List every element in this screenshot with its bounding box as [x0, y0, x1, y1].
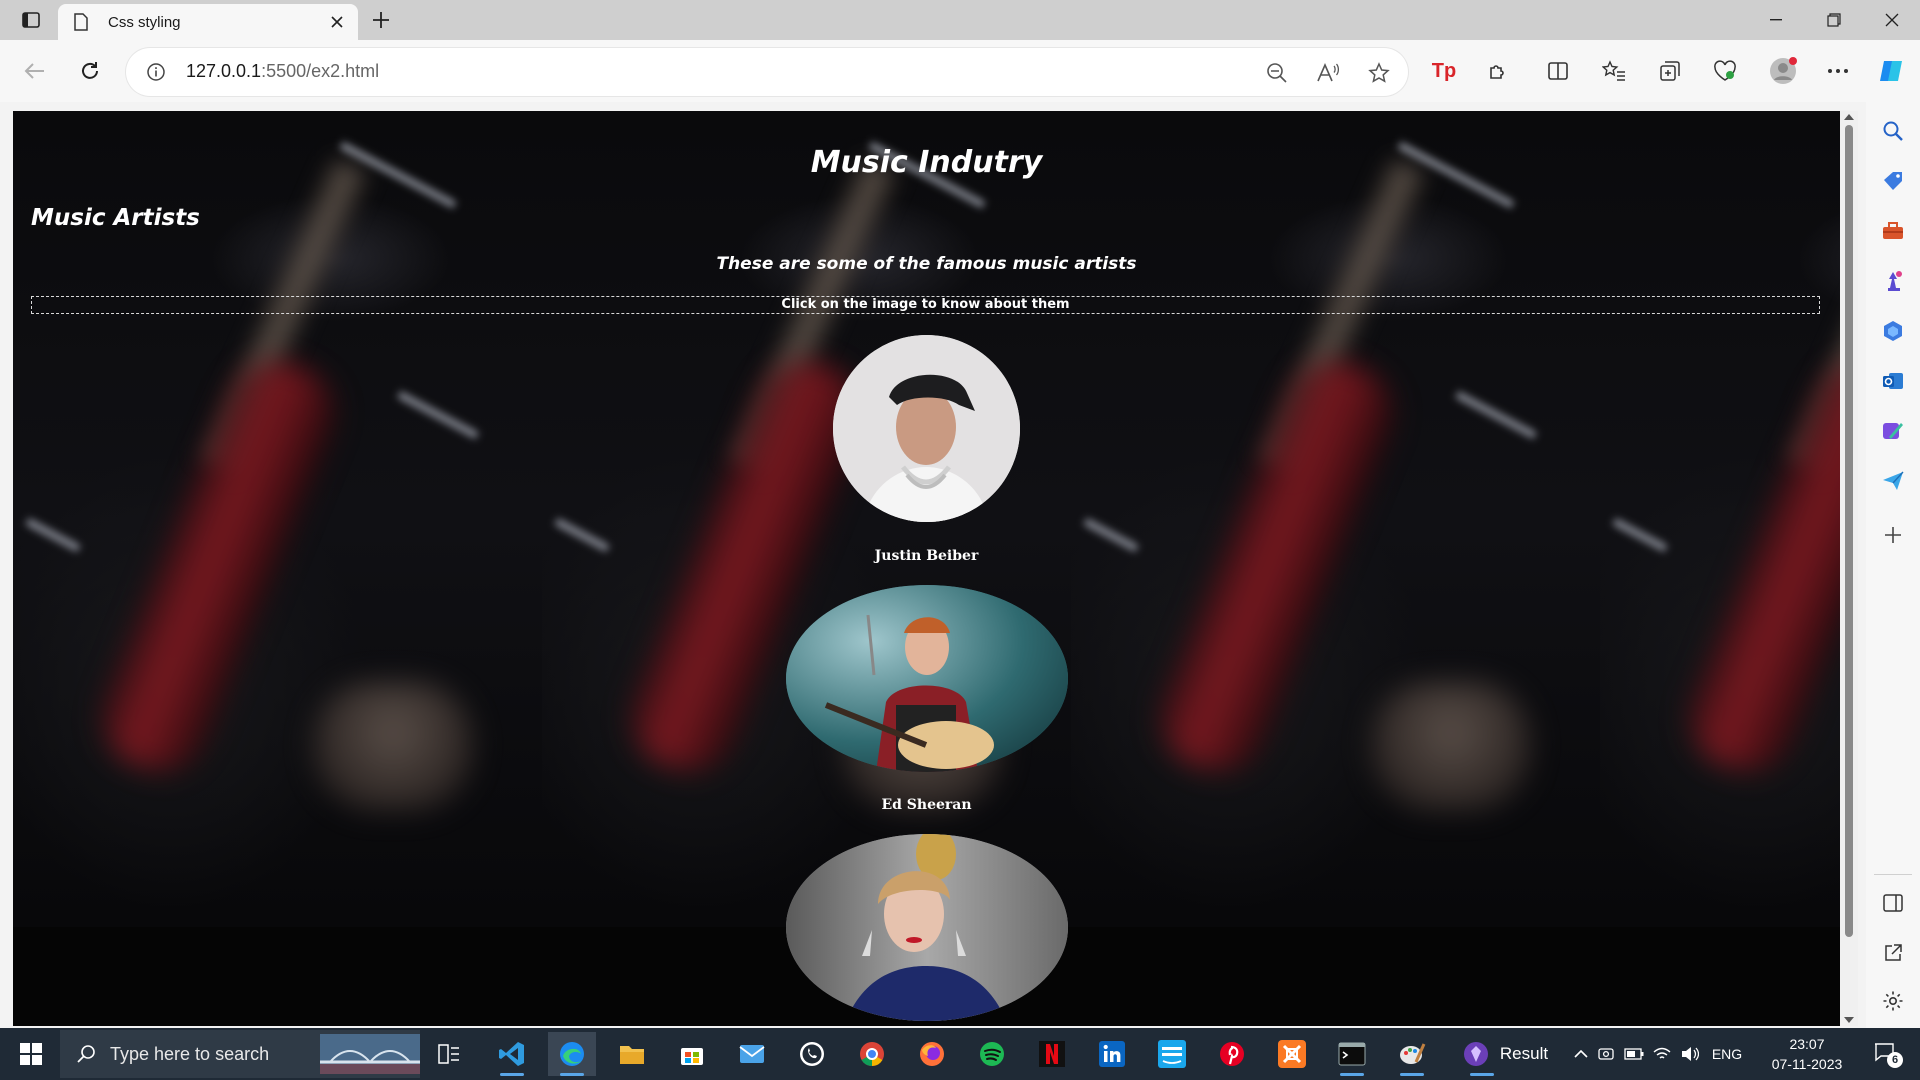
system-tray: ENG — [1570, 1028, 1750, 1080]
notification-badge: 6 — [1887, 1052, 1903, 1068]
result-app-icon — [1463, 1042, 1488, 1066]
vscode-icon[interactable] — [488, 1032, 536, 1076]
site-info-icon[interactable] — [144, 60, 168, 84]
browser-toolbar: 127.0.0.1:5500/ex2.html Tp — [0, 40, 1920, 102]
notification-icon: 6 — [1873, 1042, 1903, 1068]
netflix-icon[interactable] — [1028, 1032, 1076, 1076]
hint-text: Click on the image to know about them — [31, 296, 1820, 314]
add-sidebar-app-icon[interactable] — [1878, 520, 1908, 550]
chrome-icon[interactable] — [848, 1032, 896, 1076]
result-app-button[interactable]: Result — [1450, 1032, 1560, 1076]
tab-actions-icon[interactable] — [14, 8, 48, 32]
outlook-icon[interactable] — [1878, 366, 1908, 396]
zoom-out-icon[interactable] — [1264, 60, 1290, 86]
page-viewport: Music Indutry Music Artists These are so… — [13, 111, 1840, 1026]
bridge-search-highlight-icon — [320, 1034, 420, 1074]
tools-briefcase-icon[interactable] — [1878, 216, 1908, 246]
address-bar[interactable]: 127.0.0.1:5500/ex2.html — [126, 48, 1408, 96]
microsoft-store-icon[interactable] — [668, 1032, 716, 1076]
terminal-icon[interactable] — [1328, 1032, 1376, 1076]
task-view-icon[interactable] — [425, 1032, 473, 1076]
minimize-icon[interactable] — [1748, 0, 1804, 40]
edge-sidebar — [1866, 102, 1920, 1028]
chevron-up-icon[interactable] — [1570, 1050, 1592, 1058]
sidebar-settings-icon[interactable] — [1878, 986, 1908, 1016]
paint-icon[interactable] — [1388, 1032, 1436, 1076]
search-icon — [76, 1043, 98, 1065]
games-chess-icon[interactable] — [1878, 266, 1908, 296]
artist-image-3[interactable] — [786, 834, 1068, 1021]
volume-icon[interactable] — [1676, 1046, 1704, 1062]
copilot-icon[interactable] — [1872, 51, 1912, 91]
page-subtitle: These are some of the famous music artis… — [716, 254, 1137, 274]
language-indicator[interactable]: ENG — [1704, 1046, 1750, 1062]
search-placeholder: Type here to search — [110, 1043, 270, 1064]
sidebar-divider — [1874, 874, 1912, 875]
restore-icon[interactable] — [1806, 0, 1862, 40]
firefox-icon[interactable] — [908, 1032, 956, 1076]
wifi-icon[interactable] — [1648, 1047, 1676, 1061]
windows-taskbar: Type here to search Result ENG 23:07 07-… — [0, 1028, 1920, 1080]
favorites-icon[interactable] — [1594, 51, 1634, 91]
file-explorer-icon[interactable] — [608, 1032, 656, 1076]
scroll-thumb[interactable] — [1845, 125, 1853, 937]
split-screen-icon[interactable] — [1538, 51, 1578, 91]
windows-start-icon[interactable] — [8, 1036, 54, 1072]
taskbar-clock[interactable]: 23:07 07-11-2023 — [1762, 1034, 1852, 1074]
mail-icon[interactable] — [728, 1032, 776, 1076]
edge-taskbar-icon[interactable] — [548, 1032, 596, 1076]
clock-date: 07-11-2023 — [1771, 1056, 1843, 1072]
designer-icon[interactable] — [1878, 416, 1908, 446]
url-text[interactable]: 127.0.0.1:5500/ex2.html — [186, 61, 379, 82]
whatsapp-icon[interactable] — [788, 1032, 836, 1076]
page-icon — [74, 12, 92, 32]
xampp-icon[interactable] — [1268, 1032, 1316, 1076]
collections-icon[interactable] — [1650, 51, 1690, 91]
sidebar-search-icon[interactable] — [1878, 116, 1908, 146]
taskbar-search[interactable]: Type here to search — [60, 1030, 420, 1078]
browser-tab[interactable]: Css styling — [58, 4, 358, 40]
artist-image-ed-sheeran[interactable] — [786, 585, 1068, 772]
browser-essentials-icon[interactable] — [1705, 51, 1745, 91]
prime-video-icon[interactable] — [1148, 1032, 1196, 1076]
extensions-puzzle-icon[interactable] — [1478, 51, 1518, 91]
close-window-icon[interactable] — [1864, 0, 1920, 40]
refresh-icon[interactable] — [70, 51, 110, 91]
artist-image-justin-beiber[interactable] — [833, 335, 1020, 522]
close-tab-icon[interactable] — [328, 13, 346, 31]
new-tab-icon[interactable] — [368, 7, 394, 33]
section-title: Music Artists — [31, 205, 200, 231]
page-title: Music Indutry — [810, 145, 1043, 180]
artist-name: Ed Sheeran — [881, 797, 972, 813]
page-scrollbar[interactable] — [1840, 111, 1858, 1026]
hide-sidebar-icon[interactable] — [1878, 888, 1908, 918]
url-host: 127.0.0.1 — [186, 61, 262, 81]
microsoft-365-icon[interactable] — [1878, 316, 1908, 346]
notification-center[interactable]: 6 — [1864, 1028, 1908, 1080]
tab-strip: Css styling — [0, 0, 1920, 40]
shopping-tag-icon[interactable] — [1878, 166, 1908, 196]
extension-tp-icon[interactable]: Tp — [1424, 51, 1464, 91]
profile-avatar[interactable] — [1763, 51, 1803, 91]
scroll-up-icon[interactable] — [1844, 114, 1854, 120]
back-arrow-icon[interactable] — [14, 51, 54, 91]
battery-icon[interactable] — [1620, 1048, 1648, 1060]
result-app-label: Result — [1499, 1044, 1549, 1063]
spotify-icon[interactable] — [968, 1032, 1016, 1076]
url-path: :5500/ex2.html — [261, 61, 380, 81]
scroll-down-icon[interactable] — [1844, 1017, 1854, 1023]
artist-name: Justin Beiber — [874, 548, 979, 564]
tab-title: Css styling — [108, 13, 181, 31]
more-options-icon[interactable] — [1818, 51, 1858, 91]
favorite-star-icon[interactable] — [1366, 60, 1392, 86]
camera-meet-icon[interactable] — [1592, 1046, 1620, 1062]
read-aloud-icon[interactable] — [1315, 60, 1341, 86]
send-drop-icon[interactable] — [1878, 466, 1908, 496]
linkedin-icon[interactable] — [1088, 1032, 1136, 1076]
pinterest-icon[interactable] — [1208, 1032, 1256, 1076]
clock-time: 23:07 — [1789, 1036, 1825, 1052]
open-external-icon[interactable] — [1878, 938, 1908, 968]
page-content: Music Indutry Music Artists These are so… — [13, 111, 1840, 1026]
